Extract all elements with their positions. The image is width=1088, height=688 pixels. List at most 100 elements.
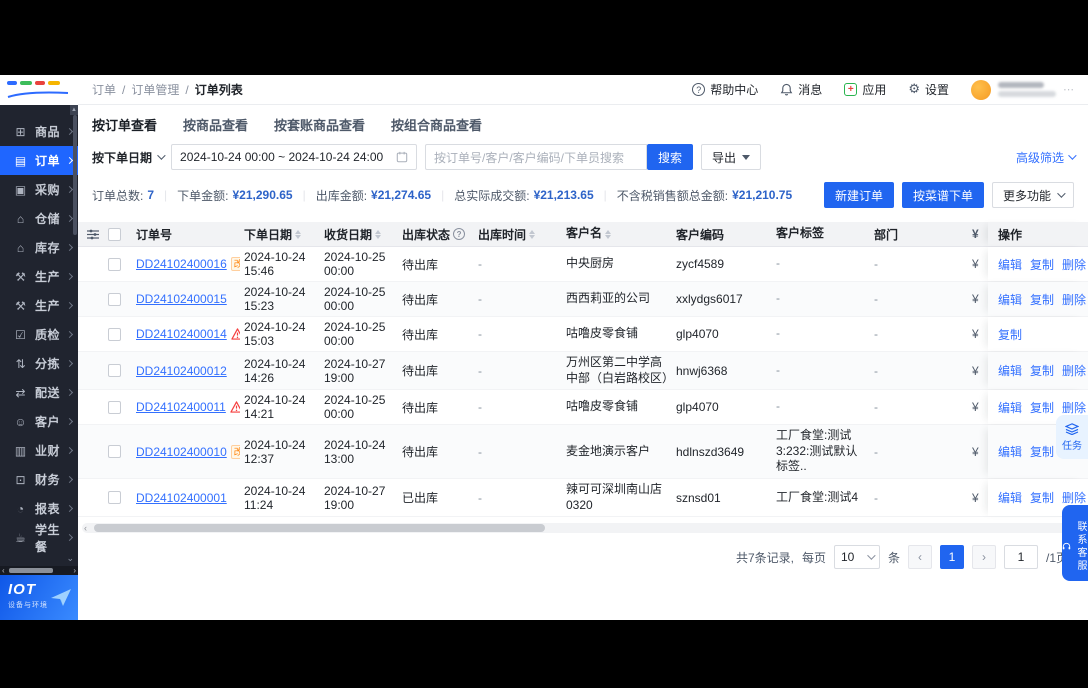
tab-4[interactable]: 按组合商品查看 bbox=[391, 115, 482, 134]
page-size-select[interactable]: 10 bbox=[833, 545, 880, 570]
scrollbar-thumb[interactable] bbox=[94, 524, 545, 533]
apps-button[interactable]: + 应用 bbox=[844, 81, 886, 98]
sidebar-item-production-2[interactable]: ⚒ 生产 bbox=[0, 291, 78, 320]
more-functions-button[interactable]: 更多功能 bbox=[991, 182, 1074, 208]
order-link[interactable]: DD24102400012 bbox=[136, 364, 227, 378]
sidebar-item-reports[interactable]: ◔ 报表 bbox=[0, 494, 78, 523]
row-checkbox[interactable] bbox=[108, 292, 121, 306]
export-button[interactable]: 导出 bbox=[701, 144, 762, 170]
scroll-right-icon[interactable]: › bbox=[73, 566, 76, 575]
headset-icon bbox=[1062, 542, 1071, 550]
sidebar-item-goods[interactable]: ⊞ 商品 bbox=[0, 117, 78, 146]
iot-banner[interactable]: IOT 设备与环境 bbox=[0, 575, 78, 620]
advanced-filter-link[interactable]: 高级筛选 bbox=[1016, 149, 1077, 166]
row-checkbox[interactable] bbox=[108, 400, 121, 414]
order-link[interactable]: DD24102400016 bbox=[136, 257, 227, 271]
order-link[interactable]: DD24102400011 bbox=[136, 400, 226, 414]
prev-page-button[interactable]: ‹ bbox=[907, 545, 932, 570]
delete-link[interactable]: 删除 bbox=[1062, 489, 1086, 506]
edit-link[interactable]: 编辑 bbox=[998, 256, 1022, 273]
outbound-time: - bbox=[478, 257, 482, 271]
column-header-4[interactable]: 出库时间 bbox=[474, 222, 562, 246]
scrollbar-thumb[interactable] bbox=[9, 568, 53, 573]
row-checkbox[interactable] bbox=[108, 364, 121, 378]
settings-button[interactable]: ⚙ 设置 bbox=[908, 81, 949, 98]
delete-link[interactable]: 删除 bbox=[1062, 399, 1086, 416]
customer-tag: - bbox=[776, 399, 780, 414]
bell-icon bbox=[780, 83, 793, 96]
sidebar-item-warehouse[interactable]: ⌂ 仓储 bbox=[0, 204, 78, 233]
table-horizontal-scrollbar[interactable]: ‹ › bbox=[82, 522, 1084, 534]
edit-link[interactable]: 编辑 bbox=[998, 399, 1022, 416]
sidebar-item-production-1[interactable]: ⚒ 生产 bbox=[0, 262, 78, 291]
column-header-1[interactable]: 下单日期 bbox=[240, 222, 320, 246]
edit-link[interactable]: 编辑 bbox=[998, 443, 1022, 460]
column-settings-icon[interactable] bbox=[82, 222, 104, 246]
copy-link[interactable]: 复制 bbox=[1030, 399, 1054, 416]
sidebar-item-sorting[interactable]: ⇅ 分拣 bbox=[0, 349, 78, 378]
scroll-left-icon[interactable]: ‹ bbox=[2, 566, 5, 575]
sidebar-item-student-meal[interactable]: ☕ 学生餐 bbox=[0, 523, 78, 554]
messages-button[interactable]: 消息 bbox=[780, 81, 822, 98]
row-checkbox[interactable] bbox=[108, 491, 121, 505]
tab-3[interactable]: 按套账商品查看 bbox=[274, 115, 365, 134]
order-link[interactable]: DD24102400015 bbox=[136, 292, 227, 306]
user-account[interactable]: ⋯ bbox=[971, 79, 1074, 100]
next-page-button[interactable]: › bbox=[971, 545, 996, 570]
tab-1[interactable]: 按订单查看 bbox=[92, 115, 157, 134]
sidebar-item-finance[interactable]: ⊡ 财务 bbox=[0, 465, 78, 494]
column-header-2[interactable]: 收货日期 bbox=[320, 222, 398, 246]
menu-order-button[interactable]: 按菜谱下单 bbox=[901, 182, 984, 208]
delete-link[interactable]: 删除 bbox=[1062, 256, 1086, 273]
new-order-button[interactable]: 新建订单 bbox=[823, 182, 894, 208]
row-checkbox[interactable] bbox=[108, 327, 121, 341]
delete-link[interactable]: 删除 bbox=[1062, 291, 1086, 308]
order-link[interactable]: DD24102400001 bbox=[136, 491, 227, 505]
order-link[interactable]: DD24102400014 bbox=[136, 327, 227, 341]
sort-icon[interactable] bbox=[295, 229, 302, 239]
page-jump-input[interactable]: 1 bbox=[1003, 545, 1038, 570]
page-1-button[interactable]: 1 bbox=[939, 545, 964, 570]
copy-link[interactable]: 复制 bbox=[1030, 291, 1054, 308]
row-checkbox[interactable] bbox=[108, 445, 121, 459]
column-header-5[interactable]: 客户名 bbox=[562, 222, 672, 246]
sidebar-item-delivery[interactable]: ⇄ 配送 bbox=[0, 378, 78, 407]
search-input[interactable]: 按订单号/客户/客户编码/下单员搜索 bbox=[425, 144, 648, 170]
scroll-down-icon[interactable]: ⌄ bbox=[66, 553, 74, 564]
sort-icon[interactable] bbox=[529, 229, 536, 239]
sidebar-horizontal-scrollbar[interactable]: ‹ › bbox=[0, 566, 78, 575]
search-button[interactable]: 搜索 bbox=[647, 144, 694, 170]
task-fab-button[interactable]: 任务 bbox=[1056, 415, 1088, 459]
order-link[interactable]: DD24102400010 bbox=[136, 445, 227, 459]
help-center-button[interactable]: ? 帮助中心 bbox=[692, 81, 758, 98]
sidebar-item-orders[interactable]: ▤ 订单 bbox=[0, 146, 78, 175]
select-all-checkbox[interactable] bbox=[108, 227, 121, 241]
breadcrumb-order-mgmt[interactable]: 订单管理 bbox=[131, 81, 179, 98]
sort-icon[interactable] bbox=[605, 229, 612, 239]
copy-link[interactable]: 复制 bbox=[1030, 362, 1054, 379]
scroll-up-icon[interactable]: ▲ bbox=[70, 105, 78, 115]
delete-link[interactable]: 删除 bbox=[1062, 362, 1086, 379]
copy-link[interactable]: 复制 bbox=[1030, 443, 1054, 460]
contact-service-button[interactable]: 联系客服 bbox=[1062, 505, 1088, 581]
date-range-input[interactable]: 2024-10-24 00:00 ~ 2024-10-24 24:00 bbox=[171, 144, 418, 170]
sidebar-item-purchase[interactable]: ▣ 采购 bbox=[0, 175, 78, 204]
row-checkbox[interactable] bbox=[108, 257, 121, 271]
edit-link[interactable]: 编辑 bbox=[998, 291, 1022, 308]
copy-link[interactable]: 复制 bbox=[1030, 489, 1054, 506]
sidebar-item-business-finance[interactable]: ▥ 业财 bbox=[0, 436, 78, 465]
date-type-dropdown[interactable]: 按下单日期 bbox=[92, 149, 166, 166]
breadcrumb-orders[interactable]: 订单 bbox=[92, 81, 116, 98]
edit-link[interactable]: 编辑 bbox=[998, 362, 1022, 379]
edit-link[interactable]: 编辑 bbox=[998, 489, 1022, 506]
copy-link[interactable]: 复制 bbox=[1030, 256, 1054, 273]
sidebar-item-inventory[interactable]: ⌂ 库存 bbox=[0, 233, 78, 262]
sidebar-item-quality[interactable]: ☑ 质检 bbox=[0, 320, 78, 349]
scroll-left-icon[interactable]: ‹ bbox=[84, 522, 87, 534]
sidebar-scrollbar[interactable] bbox=[73, 115, 77, 235]
sidebar-item-customers[interactable]: ☺ 客户 bbox=[0, 407, 78, 436]
layers-icon bbox=[1065, 422, 1079, 435]
copy-link[interactable]: 复制 bbox=[998, 326, 1022, 343]
sort-icon[interactable] bbox=[375, 229, 382, 239]
tab-2[interactable]: 按商品查看 bbox=[183, 115, 248, 134]
